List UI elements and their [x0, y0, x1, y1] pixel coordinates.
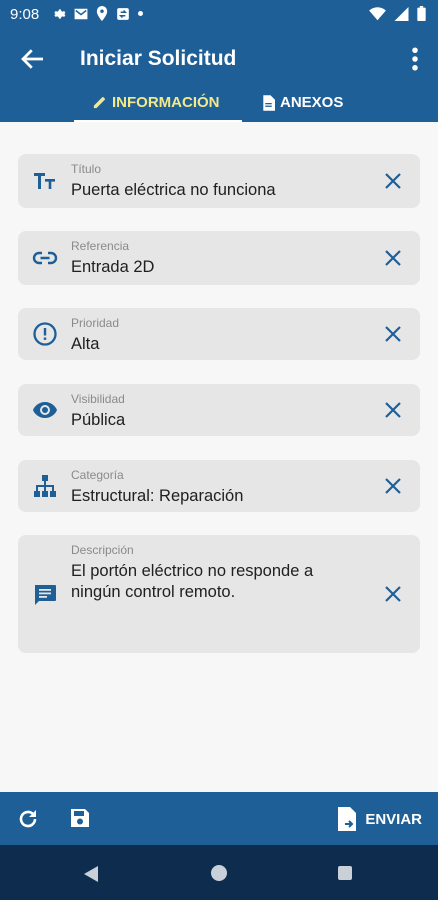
field-value: Entrada 2D — [71, 258, 155, 276]
text-format-icon — [34, 173, 55, 189]
tab-informacion-label: INFORMACIÓN — [112, 94, 220, 111]
field-descripcion[interactable]: Descripción El portón eléctrico no respo… — [18, 535, 420, 653]
status-bar: 9:08 — [0, 0, 438, 30]
field-titulo[interactable]: Título Puerta eléctrica no funciona — [18, 154, 420, 208]
refresh-icon[interactable] — [16, 807, 40, 831]
close-icon[interactable] — [382, 323, 404, 345]
field-label: Referencia — [71, 239, 130, 253]
close-icon[interactable] — [382, 583, 404, 605]
field-value: Pública — [71, 411, 126, 429]
field-visibilidad[interactable]: Visibilidad Pública — [18, 384, 420, 436]
app-bar: Iniciar Solicitud INFORMACIÓN ANEXOS — [0, 30, 438, 123]
field-label: Título — [71, 162, 102, 176]
save-icon[interactable] — [68, 806, 92, 830]
eye-icon — [33, 402, 57, 418]
tab-informacion[interactable]: INFORMACIÓN — [92, 94, 220, 111]
more-notifications-dot-icon — [138, 11, 143, 16]
alert-circle-icon — [33, 322, 57, 346]
system-nav-bar — [0, 845, 438, 900]
field-referencia[interactable]: Referencia Entrada 2D — [18, 231, 420, 285]
status-system-icons — [369, 6, 426, 21]
field-value: Alta — [71, 335, 100, 353]
close-icon[interactable] — [382, 475, 404, 497]
bottom-action-bar: ENVIAR — [0, 792, 438, 845]
pencil-icon — [93, 96, 106, 109]
form-content: Título Puerta eléctrica no funciona Refe… — [0, 122, 438, 792]
hierarchy-icon — [34, 475, 56, 497]
close-icon[interactable] — [382, 399, 404, 421]
nav-back-icon[interactable] — [83, 865, 99, 883]
status-time: 9:08 — [10, 6, 40, 23]
close-icon[interactable] — [382, 247, 404, 269]
field-label: Visibilidad — [71, 392, 125, 406]
document-send-icon — [338, 807, 357, 831]
nav-recents-icon[interactable] — [338, 866, 352, 880]
gmail-icon — [74, 8, 88, 19]
more-vert-icon[interactable] — [408, 44, 422, 74]
field-prioridad[interactable]: Prioridad Alta — [18, 308, 420, 360]
link-icon — [32, 251, 58, 265]
field-value: Puerta eléctrica no funciona — [71, 181, 276, 199]
settings-icon — [54, 8, 66, 19]
send-button[interactable]: ENVIAR — [337, 805, 422, 833]
sync-icon — [117, 7, 129, 20]
tab-anexos-label: ANEXOS — [280, 94, 344, 111]
send-button-label: ENVIAR — [365, 810, 422, 828]
field-value: El portón eléctrico no responde a ningún… — [71, 562, 314, 601]
field-label: Descripción — [71, 543, 134, 557]
document-icon — [263, 94, 275, 111]
field-label: Categoría — [71, 468, 124, 482]
field-categoria[interactable]: Categoría Estructural: Reparación — [18, 460, 420, 512]
message-icon — [35, 585, 56, 605]
tab-anexos[interactable]: ANEXOS — [262, 94, 343, 111]
field-label: Prioridad — [71, 316, 120, 330]
page-title: Iniciar Solicitud — [80, 47, 237, 70]
location-icon — [96, 6, 108, 21]
signal-icon — [394, 6, 409, 21]
wifi-icon — [369, 6, 386, 20]
close-icon[interactable] — [382, 170, 404, 192]
back-arrow-icon[interactable] — [18, 44, 48, 74]
status-notification-icons — [52, 6, 143, 21]
nav-home-icon[interactable] — [211, 865, 227, 881]
field-value: Estructural: Reparación — [71, 487, 244, 505]
battery-icon — [417, 6, 426, 21]
